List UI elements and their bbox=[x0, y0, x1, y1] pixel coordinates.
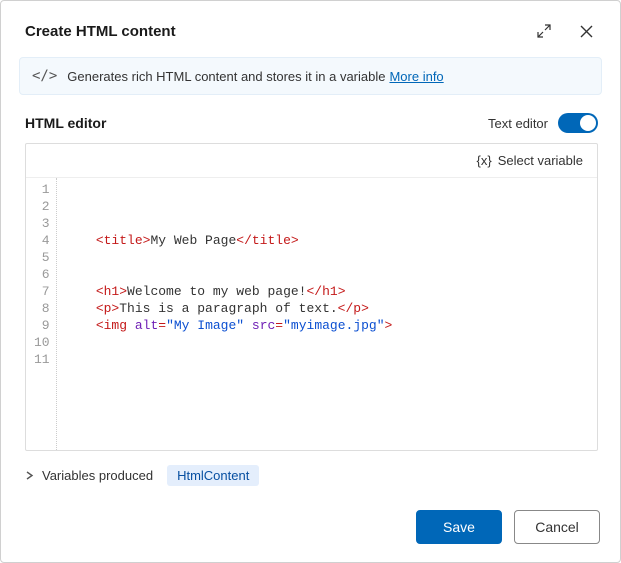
expand-icon[interactable] bbox=[532, 19, 556, 43]
editor-header: HTML editor Text editor bbox=[25, 113, 598, 133]
dialog-title: Create HTML content bbox=[25, 23, 532, 40]
dialog: Create HTML content </> Generates rich H… bbox=[0, 0, 621, 563]
variables-produced-label: Variables produced bbox=[42, 468, 153, 483]
more-info-link[interactable]: More info bbox=[389, 69, 443, 84]
dialog-footer: Save Cancel bbox=[1, 494, 620, 562]
editor-frame: {x} Select variable 1 2 3 4 5 6 7 8 9 10… bbox=[25, 143, 598, 451]
save-button[interactable]: Save bbox=[416, 510, 502, 544]
editor-label: HTML editor bbox=[25, 115, 488, 131]
text-editor-toggle[interactable] bbox=[558, 113, 598, 133]
info-bar: </> Generates rich HTML content and stor… bbox=[19, 57, 602, 95]
editor-section: HTML editor Text editor {x} Select varia… bbox=[1, 95, 620, 451]
line-gutter: 1 2 3 4 5 6 7 8 9 10 11 bbox=[26, 178, 57, 450]
select-variable-label: Select variable bbox=[498, 153, 583, 168]
dialog-header: Create HTML content bbox=[1, 1, 620, 57]
chevron-right-icon bbox=[25, 468, 34, 483]
variable-chip[interactable]: HtmlContent bbox=[167, 465, 259, 486]
select-variable-button[interactable]: {x} Select variable bbox=[477, 153, 583, 168]
text-editor-label: Text editor bbox=[488, 116, 548, 131]
code-content[interactable]: <title>My Web Page</title> <h1>Welcome t… bbox=[57, 178, 401, 450]
variables-produced-row[interactable]: Variables produced HtmlContent bbox=[1, 451, 620, 494]
info-text: Generates rich HTML content and stores i… bbox=[67, 69, 385, 84]
code-editor[interactable]: 1 2 3 4 5 6 7 8 9 10 11 <title>My Web Pa… bbox=[26, 178, 597, 450]
close-icon[interactable] bbox=[574, 19, 598, 43]
editor-toolbar: {x} Select variable bbox=[26, 144, 597, 178]
cancel-button[interactable]: Cancel bbox=[514, 510, 600, 544]
code-icon: </> bbox=[32, 68, 57, 84]
variable-icon: {x} bbox=[477, 153, 492, 168]
